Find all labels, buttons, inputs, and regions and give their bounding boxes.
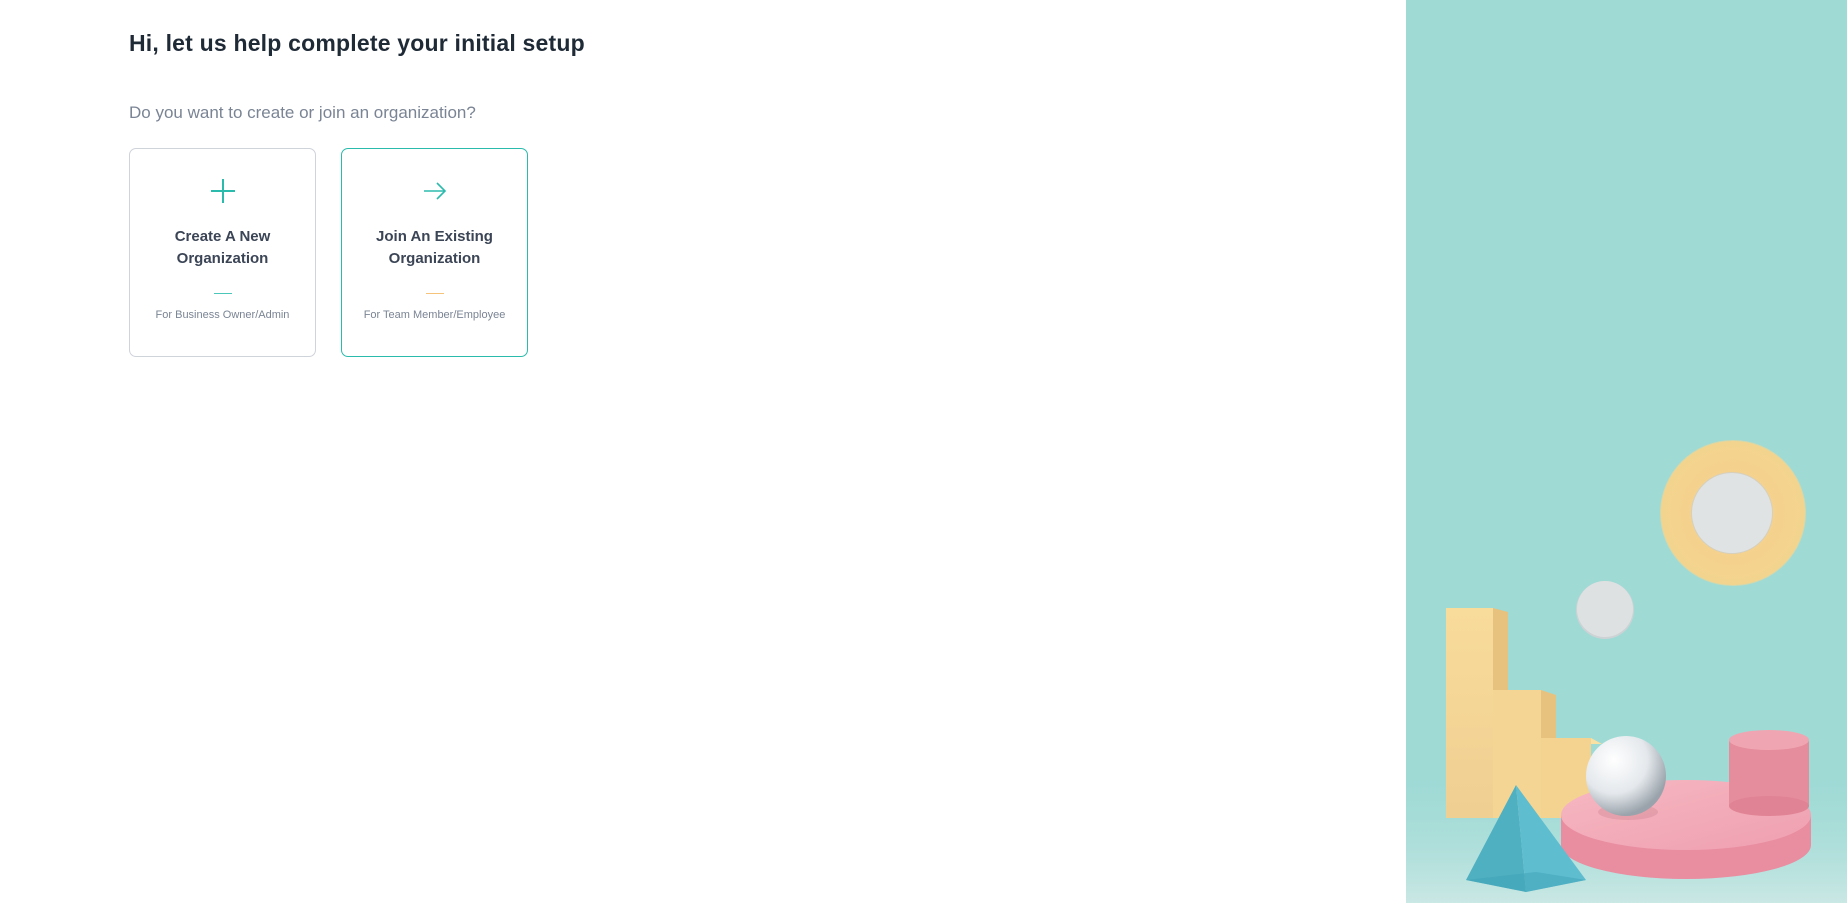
create-organization-subtitle: For Business Owner/Admin — [155, 309, 290, 321]
decorative-illustration-panel — [1406, 0, 1847, 903]
join-label-line2: Organization — [388, 250, 481, 267]
arrow-right-icon — [342, 177, 527, 205]
join-organization-label: Join An Existing Organization — [352, 226, 517, 270]
geometric-shapes-illustration — [1406, 440, 1847, 903]
create-label-line2: Organization — [176, 250, 269, 267]
page-title: Hi, let us help complete your initial se… — [129, 30, 585, 56]
join-label-line1: Join An Existing — [376, 228, 493, 245]
staircase-shape — [1446, 608, 1602, 818]
plus-icon — [130, 177, 315, 205]
create-divider — [213, 293, 232, 294]
join-divider — [425, 293, 444, 294]
join-organization-subtitle: For Team Member/Employee — [363, 309, 506, 321]
create-label-line1: Create A New — [174, 228, 271, 245]
setup-page: Hi, let us help complete your initial se… — [0, 0, 1847, 903]
create-organization-label: Create A New Organization — [140, 226, 305, 270]
setup-question: Do you want to create or join an organiz… — [129, 103, 476, 122]
setup-content: Hi, let us help complete your initial se… — [0, 0, 1406, 903]
pink-cylinder-shape — [1729, 730, 1809, 816]
join-organization-card[interactable]: Join An Existing Organization For Team M… — [341, 148, 528, 357]
create-organization-card[interactable]: Create A New Organization For Business O… — [129, 148, 316, 357]
